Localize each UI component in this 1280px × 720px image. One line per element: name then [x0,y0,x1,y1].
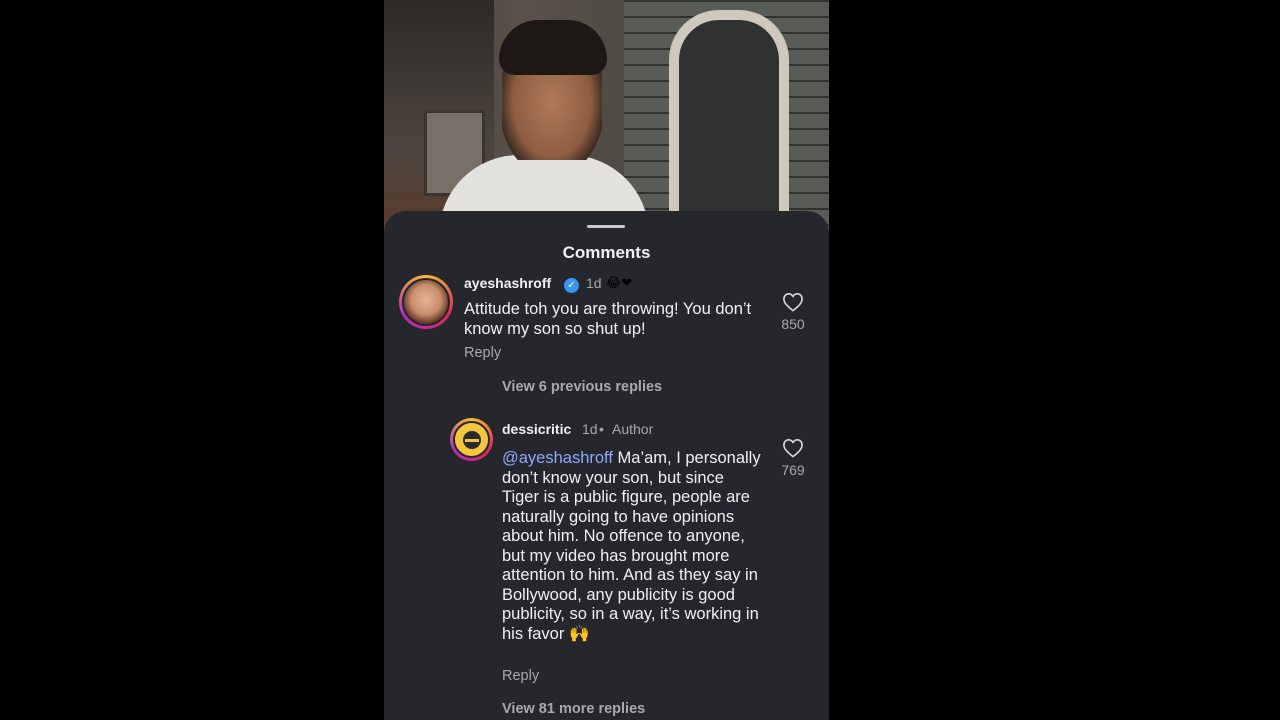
like-button[interactable]: 769 [773,438,813,478]
logo-glyph [462,430,481,449]
comment-text: @ayeshashroff Ma’am, I personally don’t … [502,449,764,644]
comment-time: 1d [586,275,602,291]
comment-username[interactable]: dessicritic [502,421,571,437]
phone-screen: Comments ayeshashroff ✓ 1d 😂❤ Attitude t… [384,0,829,720]
like-button[interactable]: 850 [773,292,813,332]
heart-icon [783,438,803,458]
reply-button[interactable]: Reply [502,668,539,684]
heart-icon [783,292,803,312]
author-label: Author [612,421,654,437]
video-person-hair [499,20,607,75]
video-background [384,0,829,240]
reply-button[interactable]: Reply [464,345,501,361]
video-arch [669,10,789,240]
like-count: 769 [781,462,805,478]
comment-time: 1d [582,421,598,437]
emoji-badge-icon: 😂❤ [606,275,633,290]
comment-username[interactable]: ayeshashroff [464,275,551,291]
verified-badge-icon: ✓ [564,278,579,293]
separator-dot: • [599,421,604,437]
comment-body: Ma’am, I personally don’t know your son,… [502,449,761,643]
avatar[interactable] [450,418,493,461]
sheet-title: Comments [562,243,651,262]
view-previous-replies[interactable]: View 6 previous replies [502,379,662,395]
avatar[interactable] [399,275,453,329]
comment-text: Attitude toh you are throwing! You don’t… [464,300,752,338]
drag-handle[interactable] [587,225,625,228]
comments-sheet: Comments ayeshashroff ✓ 1d 😂❤ Attitude t… [384,211,829,720]
like-count: 850 [781,316,805,332]
view-more-replies[interactable]: View 81 more replies [502,701,645,717]
mention-link[interactable]: @ayeshashroff [502,449,613,467]
